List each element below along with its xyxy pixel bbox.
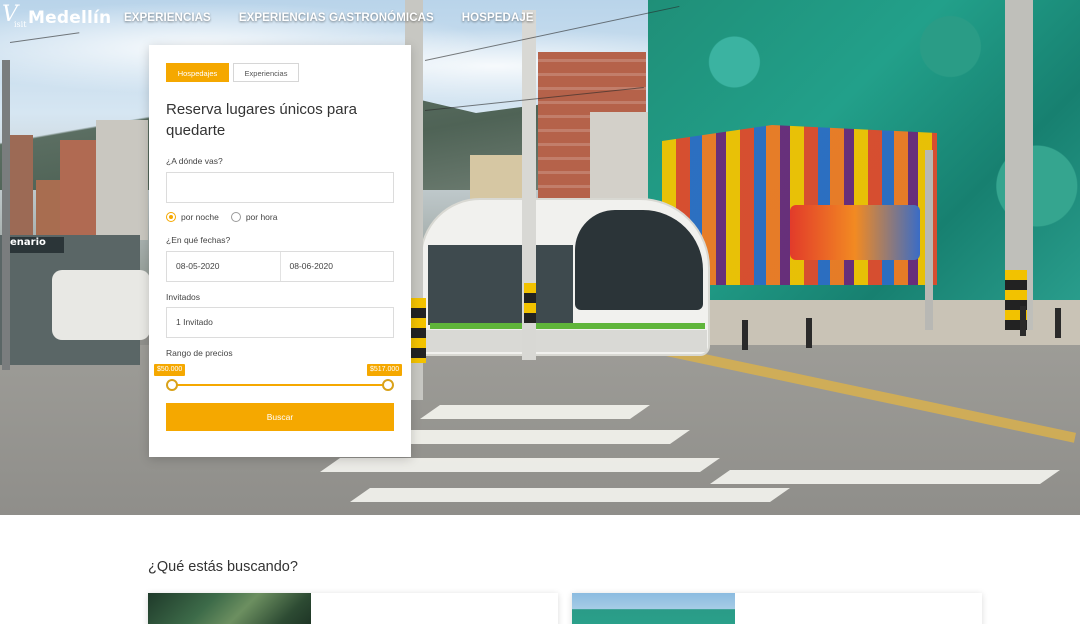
price-min-tag: $50.000 [154, 364, 186, 376]
category-card-image [148, 593, 311, 624]
guests-label: Invitados [166, 292, 201, 302]
nav-link-experiencias-gastronomicas[interactable]: EXPERIENCIAS GASTRONÓMICAS [239, 12, 434, 24]
tab-experiencias[interactable]: Experiencias [233, 63, 299, 82]
hero-bollard [1020, 306, 1026, 336]
hero-station-sign: enario [8, 237, 64, 253]
date-end-input[interactable]: 08-06-2020 [279, 252, 394, 281]
booking-tabs: Hospedajes Experiencias [166, 63, 299, 82]
hero-building [96, 120, 148, 240]
hero-tram-stripe [430, 323, 705, 329]
radio-unchecked-icon[interactable] [230, 212, 241, 222]
tab-hospedajes[interactable]: Hospedajes [166, 63, 229, 82]
date-start-input[interactable]: 08-05-2020 [167, 252, 280, 281]
hero-building [60, 140, 96, 240]
hero-crosswalk-stripe [420, 405, 650, 419]
option-por-noche-label: por noche [181, 212, 219, 222]
hero-pole [2, 60, 10, 370]
hero-bollard [742, 320, 748, 350]
hero-pole-base [410, 298, 426, 363]
category-card[interactable] [572, 593, 982, 624]
logo-sub-text: isit [14, 20, 27, 29]
nav-link-hospedaje[interactable]: HOSPEDAJE [462, 12, 534, 24]
hero-crosswalk-stripe [370, 430, 690, 444]
category-card-image [572, 593, 735, 624]
hero-tram-windows [428, 245, 573, 325]
price-range-label: Rango de precios [166, 348, 233, 358]
page: enario V isit Medellín EXPERIENCIAS EXPE [0, 0, 1080, 624]
search-button[interactable]: Buscar [166, 403, 394, 431]
hero-tram-base [425, 330, 707, 352]
hero-crosswalk-stripe [350, 488, 790, 502]
guests-input[interactable]: 1 Invitado [166, 307, 394, 338]
hero-building [590, 112, 650, 202]
where-input[interactable] [166, 172, 394, 203]
logo-main-text: Medellín [28, 8, 112, 28]
hero-station-tram [52, 270, 150, 340]
hero-bollard [806, 318, 812, 348]
dates-label: ¿En qué fechas? [166, 235, 231, 245]
option-por-noche[interactable]: por noche [166, 212, 219, 222]
hero-crosswalk-stripe [320, 458, 720, 472]
option-por-hora-label: por hora [245, 212, 278, 222]
price-range-track[interactable] [171, 384, 389, 386]
category-card[interactable] [148, 593, 558, 624]
nav-link-experiencias[interactable]: EXPERIENCIAS [124, 12, 211, 24]
hero-pole [925, 150, 933, 330]
section-title: ¿Qué estás buscando? [148, 559, 298, 575]
radio-checked-icon[interactable] [166, 212, 176, 222]
price-max-handle[interactable] [382, 379, 394, 391]
hero-mural-face [790, 205, 920, 260]
price-min-handle[interactable] [166, 379, 178, 391]
price-max-tag: $517.000 [367, 364, 403, 376]
booking-card: Hospedajes Experiencias Reserva lugares … [149, 45, 411, 457]
booking-title: Reserva lugares únicos para quedarte [166, 101, 357, 139]
option-por-hora[interactable]: por hora [230, 212, 278, 222]
where-label: ¿A dónde vas? [166, 156, 223, 166]
hero-crosswalk-stripe [710, 470, 1060, 484]
nav-links: EXPERIENCIAS EXPERIENCIAS GASTRONÓMICAS … [124, 12, 534, 24]
stay-type-options: por noche por hora [166, 212, 289, 222]
hero-pole-base [524, 283, 536, 323]
date-range-field: 08-05-2020 08-06-2020 [166, 251, 394, 282]
hero-bollard [1055, 308, 1061, 338]
top-navigation: V isit Medellín EXPERIENCIAS EXPERIENCIA… [0, 0, 1080, 40]
